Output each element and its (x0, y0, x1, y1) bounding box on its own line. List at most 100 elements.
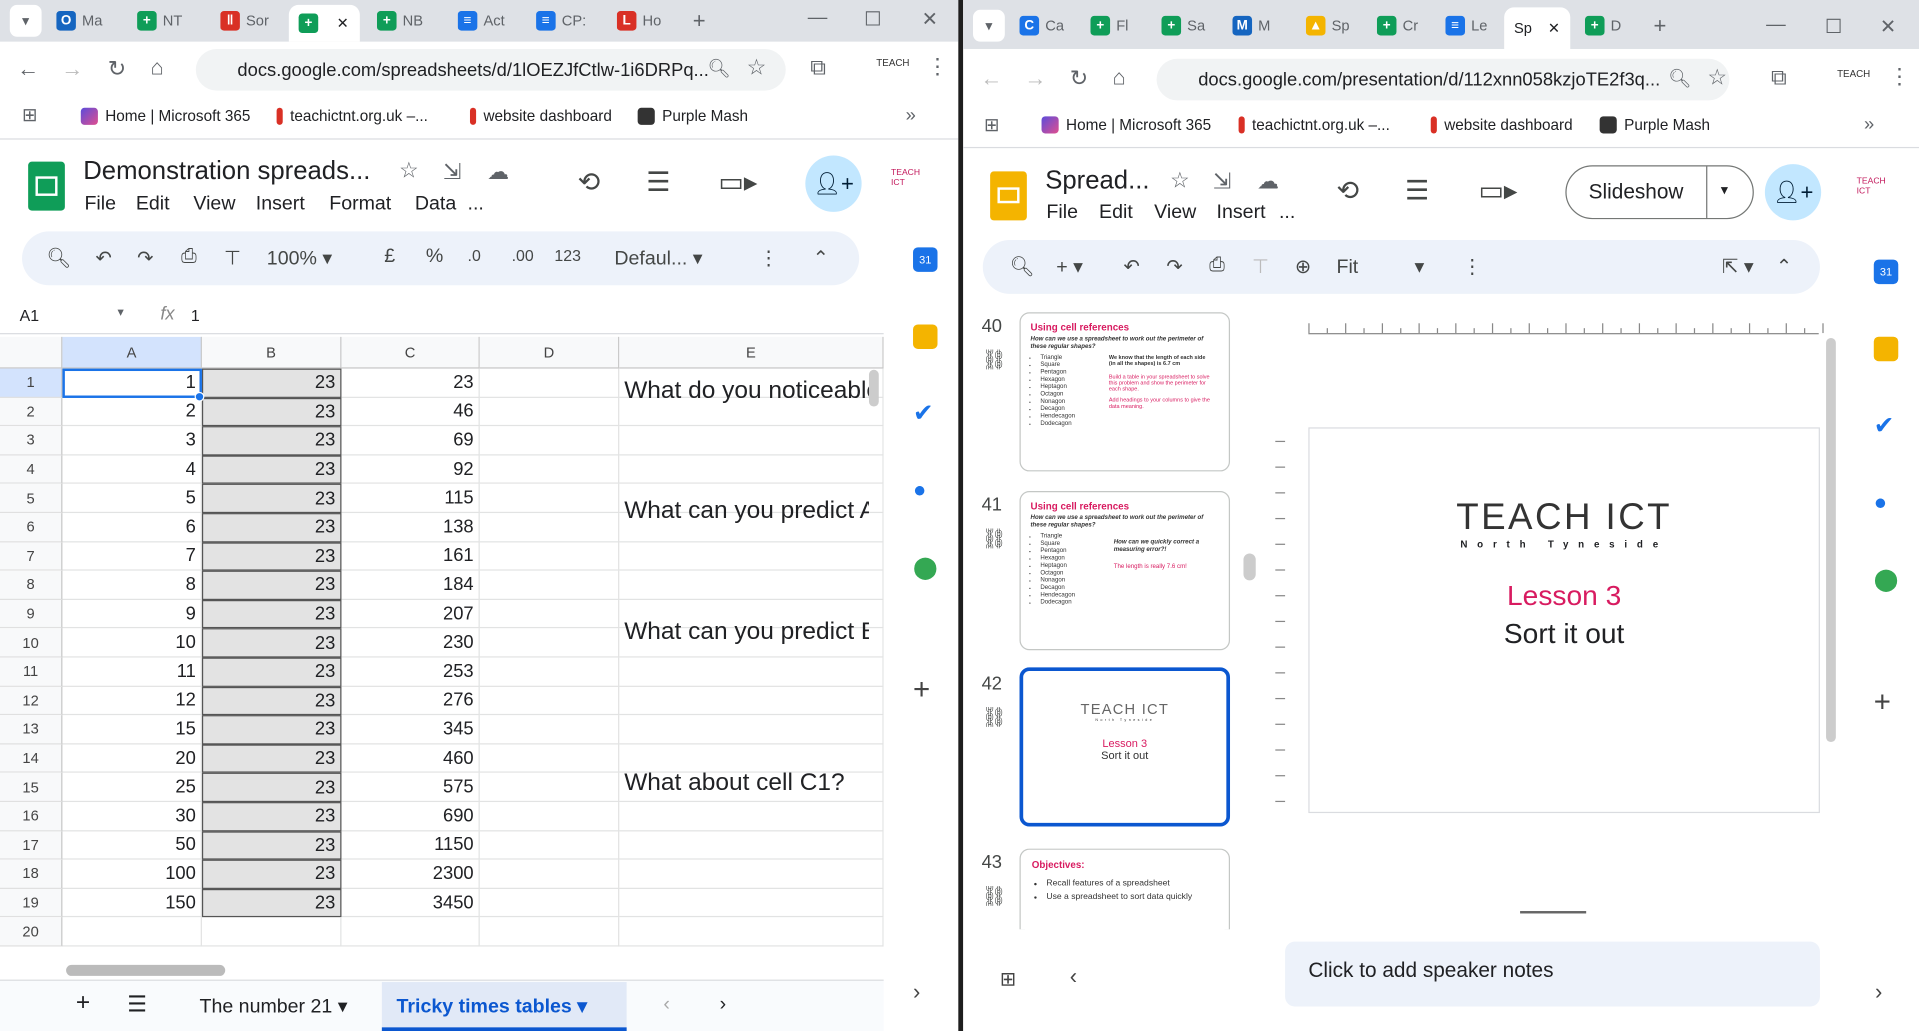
increase-decimal-button[interactable]: .00 (512, 246, 534, 264)
back-icon[interactable]: ← (980, 66, 1002, 92)
cell-C17[interactable]: 1150 (341, 830, 480, 860)
reload-icon[interactable]: ↻ (108, 56, 126, 82)
bookmark-purplemash[interactable]: Purple Mash (637, 107, 748, 125)
zoom-icon[interactable]: ⊕ (1295, 255, 1311, 279)
new-tab-button[interactable]: + (693, 5, 717, 37)
cell-E4[interactable] (619, 455, 884, 485)
browser-tab[interactable]: C Ca (1019, 10, 1069, 42)
cell-B20[interactable] (201, 917, 342, 947)
share-button[interactable]: 👤︎+ (805, 155, 862, 212)
fill-handle[interactable] (194, 391, 205, 402)
row-header[interactable]: 6 (0, 513, 63, 542)
cell-B16[interactable]: 23 (201, 802, 342, 831)
star-icon[interactable]: ☆ (1170, 168, 1190, 194)
menu-view[interactable]: View (193, 193, 235, 215)
column-header[interactable]: E (619, 336, 884, 369)
slide-thumbnail-40[interactable]: Using cell references How can we use a s… (1019, 312, 1231, 472)
cell-A2[interactable]: 2 (62, 397, 202, 427)
maximize-icon[interactable]: ☐ (1825, 15, 1843, 39)
cell-E11[interactable] (619, 657, 884, 687)
canvas-scrollbar[interactable] (1826, 337, 1836, 743)
cell-C14[interactable]: 460 (341, 744, 480, 774)
sheets-logo-icon[interactable] (28, 161, 65, 211)
cell-A12[interactable]: 12 (62, 686, 202, 716)
cell-E7[interactable] (619, 541, 884, 571)
apps-grid-icon[interactable]: ⊞ (984, 114, 999, 136)
calendar-icon[interactable]: 31 (1873, 259, 1899, 285)
print-icon[interactable]: ⎙ (181, 246, 197, 268)
move-folder-icon[interactable]: ⇲ (1213, 169, 1231, 195)
cell-A7[interactable]: 7 (62, 541, 202, 571)
cell-C1[interactable]: 23 (341, 368, 480, 398)
menu-edit[interactable]: Edit (136, 193, 170, 215)
profile-avatar[interactable]: TEACH (1837, 69, 1870, 80)
cell-D16[interactable] (479, 802, 620, 831)
cell-D19[interactable] (479, 888, 620, 918)
horizontal-scrollbar[interactable] (66, 964, 226, 976)
maps-icon[interactable]: ⬤ (913, 555, 938, 579)
slide-subtitle[interactable]: Sort it out (1310, 617, 1819, 650)
star-icon[interactable]: ☆ (399, 158, 419, 184)
select-tool-icon[interactable]: ⇱ ▾ (1722, 255, 1754, 279)
meet-icon[interactable]: ▭▸ (1478, 175, 1517, 207)
cell-B15[interactable]: 23 (201, 773, 342, 803)
row-header[interactable]: 17 (0, 830, 63, 860)
row-header[interactable]: 13 (0, 715, 63, 745)
close-icon[interactable]: ✕ (1548, 20, 1560, 37)
grid-view-icon[interactable]: ⊞ (1000, 967, 1016, 991)
version-history-icon[interactable]: ⟲ (578, 167, 601, 199)
cell-A4[interactable]: 4 (62, 455, 202, 485)
cell-D10[interactable] (479, 628, 620, 658)
cell-A17[interactable]: 50 (62, 830, 202, 860)
row-header[interactable]: 19 (0, 888, 63, 918)
cell-C13[interactable]: 345 (341, 715, 480, 745)
column-header[interactable]: C (341, 336, 480, 369)
cell-A11[interactable]: 11 (62, 657, 202, 687)
account-avatar[interactable]: TEACH ICT (1857, 178, 1886, 198)
cell-A16[interactable]: 30 (62, 802, 202, 831)
comments-icon[interactable]: ☰ (1405, 175, 1429, 207)
menu-dots-icon[interactable]: ⋮ (926, 54, 948, 80)
cell-B12[interactable]: 23 (201, 686, 342, 716)
extensions-icon[interactable]: ⧉ (1771, 65, 1787, 91)
forward-icon[interactable]: → (61, 56, 83, 82)
cell-D5[interactable] (479, 484, 620, 514)
cell-D4[interactable] (479, 455, 620, 485)
cell-B4[interactable]: 23 (201, 455, 342, 485)
cell-B2[interactable]: 23 (201, 397, 342, 427)
cloud-status-icon[interactable]: ☁ (1257, 169, 1279, 195)
cell-E17[interactable] (619, 830, 884, 860)
row-header[interactable]: 15 (0, 773, 63, 803)
profile-avatar[interactable]: TEACH (876, 58, 909, 69)
menu-more[interactable]: ... (1279, 202, 1295, 224)
cell-A5[interactable]: 5 (62, 484, 202, 514)
slide-thumbnail-41[interactable]: Using cell references How can we use a s… (1019, 491, 1231, 651)
cell-C3[interactable]: 69 (341, 426, 480, 456)
row-header[interactable]: 5 (0, 484, 63, 514)
tab-search-button[interactable]: ▾ (9, 4, 42, 37)
column-header[interactable]: A (62, 336, 202, 369)
slide-canvas[interactable]: TEACH ICT North Tyneside Lesson 3 Sort i… (1308, 427, 1820, 814)
cell-D7[interactable] (479, 541, 620, 571)
menu-edit[interactable]: Edit (1099, 202, 1133, 224)
cell-A20[interactable] (62, 917, 202, 947)
cell-B1[interactable]: 23 (201, 368, 342, 398)
cell-D9[interactable] (479, 599, 620, 629)
cell-E20[interactable] (619, 917, 884, 947)
slideshow-options-icon[interactable]: ▾ (1721, 181, 1728, 198)
comments-icon[interactable]: ☰ (646, 167, 670, 199)
sheet-grid[interactable]: A B C D E 1 1 23 23 2 2 23 46 3 3 23 69 4 4 23 92 5 5 23 115 6 6 23… (0, 336, 884, 964)
cell-B9[interactable]: 23 (201, 599, 342, 629)
tasks-icon[interactable]: ✔ (913, 402, 937, 426)
cell-C11[interactable]: 253 (341, 657, 480, 687)
row-header[interactable]: 8 (0, 570, 63, 600)
cell-C12[interactable]: 276 (341, 686, 480, 716)
cell-A3[interactable]: 3 (62, 426, 202, 456)
contacts-icon[interactable]: ● (1874, 490, 1898, 514)
cell-B13[interactable]: 23 (201, 715, 342, 745)
more-tools-icon[interactable]: ⋮ (1463, 255, 1483, 279)
search-menus-icon[interactable]: 🔍︎ (1010, 255, 1035, 279)
row-header[interactable]: 16 (0, 802, 63, 831)
more-bookmarks-icon[interactable]: » (1864, 114, 1874, 135)
cell-E12[interactable] (619, 686, 884, 716)
